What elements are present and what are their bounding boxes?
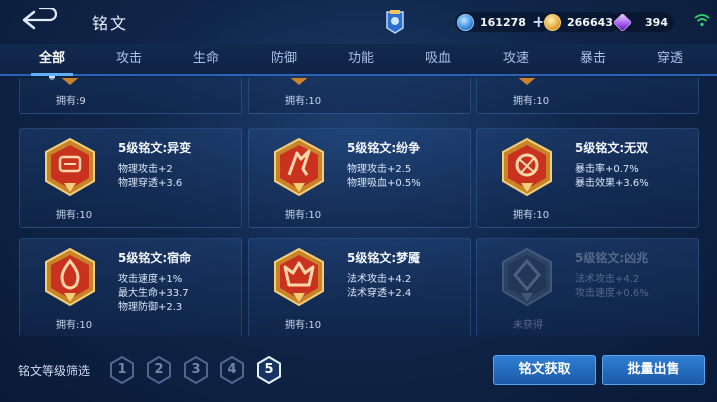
level-number: 1 bbox=[117, 362, 127, 377]
level-number: 5 bbox=[264, 362, 274, 377]
peerless-rune-icon bbox=[502, 137, 552, 197]
page-title: 铭文 bbox=[92, 14, 129, 33]
tab-all[interactable]: 全部 bbox=[13, 44, 91, 80]
diamond-icon bbox=[457, 13, 474, 31]
rune-card-nightmare[interactable]: 5级铭文:梦魇 法术攻击+4.2 法术穿透+2.4 拥有:10 bbox=[248, 238, 471, 336]
crystal-icon bbox=[612, 12, 633, 32]
rune-attribute: 法术攻击+4.2 bbox=[575, 274, 640, 285]
level-filter-4[interactable]: 4 bbox=[219, 356, 245, 384]
omen-rune-icon bbox=[502, 247, 552, 307]
level-filter-label: 铭文等级筛选 bbox=[18, 364, 91, 378]
crystal-amount: 394 bbox=[645, 15, 668, 29]
nightmare-rune-icon bbox=[274, 247, 324, 307]
tab-critical[interactable]: 暴击 bbox=[554, 44, 632, 74]
rune-attribute: 物理攻击+2 bbox=[118, 164, 173, 175]
rune-card-strife[interactable]: 5级铭文:纷争 物理攻击+2.5 物理吸血+0.5% 拥有:10 bbox=[248, 128, 471, 228]
owned-count: 拥有:10 bbox=[513, 210, 550, 221]
rune-name: 5级铭文:凶兆 bbox=[575, 251, 649, 265]
rune-icon-partial bbox=[518, 78, 536, 85]
rune-attribute: 物理防御+2.3 bbox=[118, 302, 183, 313]
tab-penetration[interactable]: 穿透 bbox=[631, 44, 709, 74]
owned-count: 拥有:9 bbox=[56, 96, 86, 107]
category-tabs: 全部 攻击 生命 防御 功能 吸血 攻速 暴击 穿透 bbox=[0, 44, 717, 80]
rune-card-partial[interactable]: 拥有:10 bbox=[476, 78, 699, 114]
rune-attribute: 法术攻击+4.2 bbox=[347, 274, 412, 285]
tab-defense[interactable]: 防御 bbox=[245, 44, 323, 74]
tab-lifesteal[interactable]: 吸血 bbox=[399, 44, 477, 74]
rune-card-partial[interactable]: 拥有:9 bbox=[19, 78, 242, 114]
rune-name: 5级铭文:梦魇 bbox=[347, 251, 421, 265]
rune-card-fate[interactable]: 5级铭文:宿命 攻击速度+1% 最大生命+33.7 物理防御+2.3 拥有:10 bbox=[19, 238, 242, 336]
level-filter-5[interactable]: 5 bbox=[256, 356, 282, 384]
rune-name: 5级铭文:宿命 bbox=[118, 251, 192, 265]
rune-icon-partial bbox=[61, 78, 79, 85]
tab-label: 全部 bbox=[38, 51, 65, 66]
tab-health[interactable]: 生命 bbox=[167, 44, 245, 74]
tab-attack[interactable]: 攻击 bbox=[90, 44, 168, 74]
level-filter-3[interactable]: 3 bbox=[183, 356, 209, 384]
rune-card-mutation[interactable]: 5级铭文:异变 物理攻击+2 物理穿透+3.6 拥有:10 bbox=[19, 128, 242, 228]
level-filter-1[interactable]: 1 bbox=[109, 356, 135, 384]
owned-count: 拥有:10 bbox=[513, 96, 550, 107]
top-bar: 铭文 161278 + 266643 394 bbox=[0, 0, 717, 44]
wifi-icon bbox=[694, 14, 710, 27]
strife-rune-icon bbox=[274, 137, 324, 197]
level-number: 4 bbox=[227, 362, 237, 377]
owned-count: 拥有:10 bbox=[285, 96, 322, 107]
rune-icon-partial bbox=[290, 78, 308, 85]
diamond-currency: 161278 + bbox=[455, 12, 552, 32]
rune-attribute: 暴击率+0.7% bbox=[575, 164, 639, 175]
rune-page-icon[interactable] bbox=[384, 9, 406, 35]
rune-name: 5级铭文:无双 bbox=[575, 141, 649, 155]
crystal-currency: 394 bbox=[612, 12, 674, 32]
level-number: 3 bbox=[191, 362, 201, 377]
owned-count: 拥有:10 bbox=[285, 210, 322, 221]
level-number: 2 bbox=[154, 362, 164, 377]
rune-attribute: 暴击效果+3.6% bbox=[575, 178, 649, 189]
rune-attribute: 法术穿透+2.4 bbox=[347, 288, 412, 299]
mutation-rune-icon bbox=[45, 137, 95, 197]
rune-card-partial[interactable]: 拥有:10 bbox=[248, 78, 471, 114]
rune-card-peerless[interactable]: 5级铭文:无双 暴击率+0.7% 暴击效果+3.6% 拥有:10 bbox=[476, 128, 699, 228]
back-arrow-icon[interactable] bbox=[20, 8, 60, 32]
level-filter-2[interactable]: 2 bbox=[146, 356, 172, 384]
diamond-amount: 161278 bbox=[480, 15, 526, 29]
tab-utility[interactable]: 功能 bbox=[322, 44, 400, 74]
rune-name: 5级铭文:异变 bbox=[118, 141, 192, 155]
rune-attribute: 物理攻击+2.5 bbox=[347, 164, 412, 175]
rune-attribute: 物理穿透+3.6 bbox=[118, 178, 183, 189]
bulk-sell-button[interactable]: 批量出售 bbox=[602, 355, 705, 385]
owned-count: 拥有:10 bbox=[56, 210, 93, 221]
gold-currency: 266643 bbox=[542, 12, 619, 32]
rune-attribute: 攻击速度+0.6% bbox=[575, 288, 649, 299]
rune-card-omen[interactable]: 5级铭文:凶兆 法术攻击+4.2 攻击速度+0.6% 未获得 bbox=[476, 238, 699, 336]
rune-grid: 拥有:9 拥有:10 拥有:10 5级铭文:异变 物理攻击+2 物理穿透+3.6… bbox=[0, 78, 717, 336]
tab-attack-speed[interactable]: 攻速 bbox=[477, 44, 555, 74]
rune-attribute: 物理吸血+0.5% bbox=[347, 178, 421, 189]
owned-count: 拥有:10 bbox=[56, 320, 93, 331]
fate-rune-icon bbox=[45, 247, 95, 307]
gold-amount: 266643 bbox=[567, 15, 613, 29]
acquire-rune-button[interactable]: 铭文获取 bbox=[493, 355, 596, 385]
rune-attribute: 攻击速度+1% bbox=[118, 274, 183, 285]
owned-count: 拥有:10 bbox=[285, 320, 322, 331]
rune-name: 5级铭文:纷争 bbox=[347, 141, 421, 155]
owned-status: 未获得 bbox=[513, 320, 543, 331]
rune-attribute: 最大生命+33.7 bbox=[118, 288, 189, 299]
gold-coin-icon bbox=[544, 13, 561, 31]
